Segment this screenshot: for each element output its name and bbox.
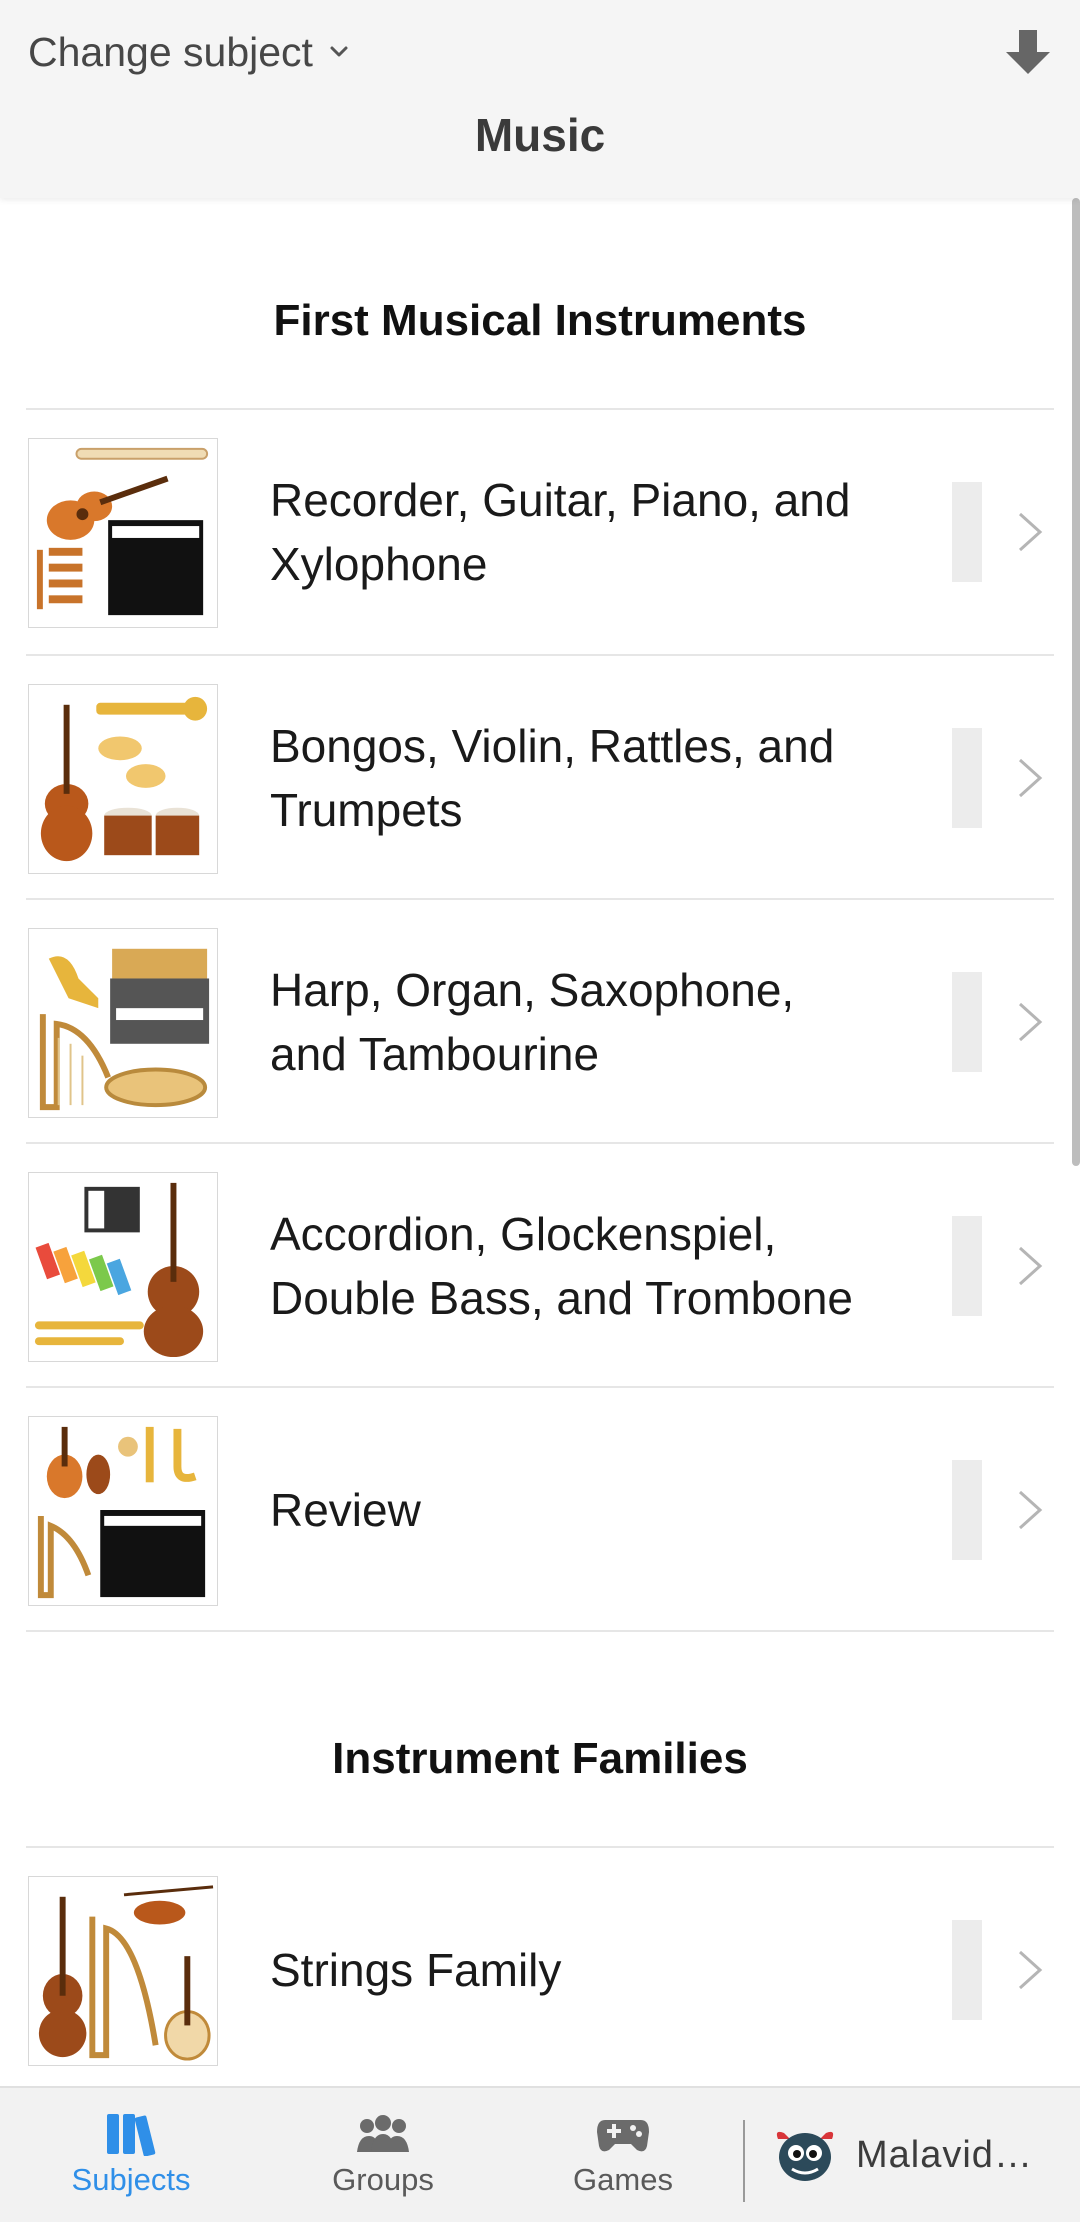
progress-indicator [952,972,982,1072]
strings-family-illustration [38,1885,214,2061]
lesson-thumbnail [28,1416,218,1606]
progress-indicator [952,1460,982,1560]
monster-avatar-icon [776,2131,834,2181]
nav-tab-games[interactable]: Games [498,2088,748,2222]
chevron-right-icon [1018,512,1043,552]
chevron-down-icon [330,46,348,57]
lesson-title: Bongos, Violin, Rattles, and Trumpets [270,720,835,836]
lesson-title: Strings Family [270,1944,562,1996]
gamepad-icon [597,2120,649,2152]
change-subject-button[interactable]: Change subject [28,22,351,82]
chevron-right-icon [1018,1002,1043,1042]
review-illustration [37,1426,206,1599]
bottom-navigation: Subjects Groups Games Malavid… [0,2086,1080,2222]
progress-indicator [952,728,982,828]
lesson-row-strings-family[interactable]: Strings Family [0,1848,1080,2086]
section-title-first-musical-instruments: First Musical Instruments [273,296,807,345]
divider [26,1630,1054,1632]
lesson-thumbnail [28,1876,218,2066]
lesson-row-accordion-glockenspiel-double-bass-trombone[interactable]: Accordion, Glockenspiel, Double Bass, an… [0,1144,1080,1388]
lesson-list: First Musical Instruments Recorder, Guit… [0,198,1080,2086]
chevron-right-icon [1018,1950,1043,1990]
chevron-right-icon [1018,758,1043,798]
nav-label-games: Games [573,2162,673,2197]
lesson-thumbnail [28,928,218,1118]
accordion-glockenspiel-double-bass-trombone-illustration [34,1182,204,1358]
lesson-title: Recorder, Guitar, Piano, and Xylophone [270,474,851,590]
harp-organ-saxophone-tambourine-illustration [39,948,210,1111]
nav-label-groups: Groups [332,2162,434,2197]
top-app-bar: Change subject Music [0,0,1080,198]
lesson-thumbnail [28,1172,218,1362]
download-arrow-icon[interactable] [1002,26,1054,78]
page-title: Music [474,109,606,161]
chevron-right-icon [1018,1490,1043,1530]
lesson-thumbnail [28,684,218,874]
section-title-instrument-families: Instrument Families [332,1734,748,1783]
lesson-row-harp-organ-saxophone-tambourine[interactable]: Harp, Organ, Saxophone, and Tambourine [0,900,1080,1144]
nav-tab-groups[interactable]: Groups [258,2088,508,2222]
scrollbar[interactable] [1072,198,1080,1166]
lesson-title: Harp, Organ, Saxophone, and Tambourine [270,964,795,1080]
chevron-right-icon [1018,1246,1043,1286]
progress-indicator [952,482,982,582]
lesson-row-recorder-guitar-piano-xylophone[interactable]: Recorder, Guitar, Piano, and Xylophone [0,410,1080,654]
lesson-row-review[interactable]: Review [0,1388,1080,1632]
people-icon [357,2115,409,2152]
lesson-thumbnail [28,438,218,628]
nav-separator [743,2120,745,2202]
books-icon [107,2114,156,2156]
lesson-title: Review [270,1484,421,1536]
recorder-guitar-piano-xylophone-illustration [36,447,209,616]
profile-name: Malavid… [856,2133,1033,2176]
profile-button[interactable]: Malavid… [772,2088,1072,2222]
nav-label-subjects: Subjects [71,2162,191,2197]
bongos-violin-rattles-trumpets-illustration [40,696,208,862]
change-subject-label: Change subject [28,28,313,75]
lesson-row-bongos-violin-rattles-trumpets[interactable]: Bongos, Violin, Rattles, and Trumpets [0,656,1080,900]
nav-tab-subjects[interactable]: Subjects [6,2088,256,2222]
progress-indicator [952,1920,982,2020]
lesson-title: Accordion, Glockenspiel, Double Bass, an… [270,1208,854,1324]
progress-indicator [952,1216,982,1316]
